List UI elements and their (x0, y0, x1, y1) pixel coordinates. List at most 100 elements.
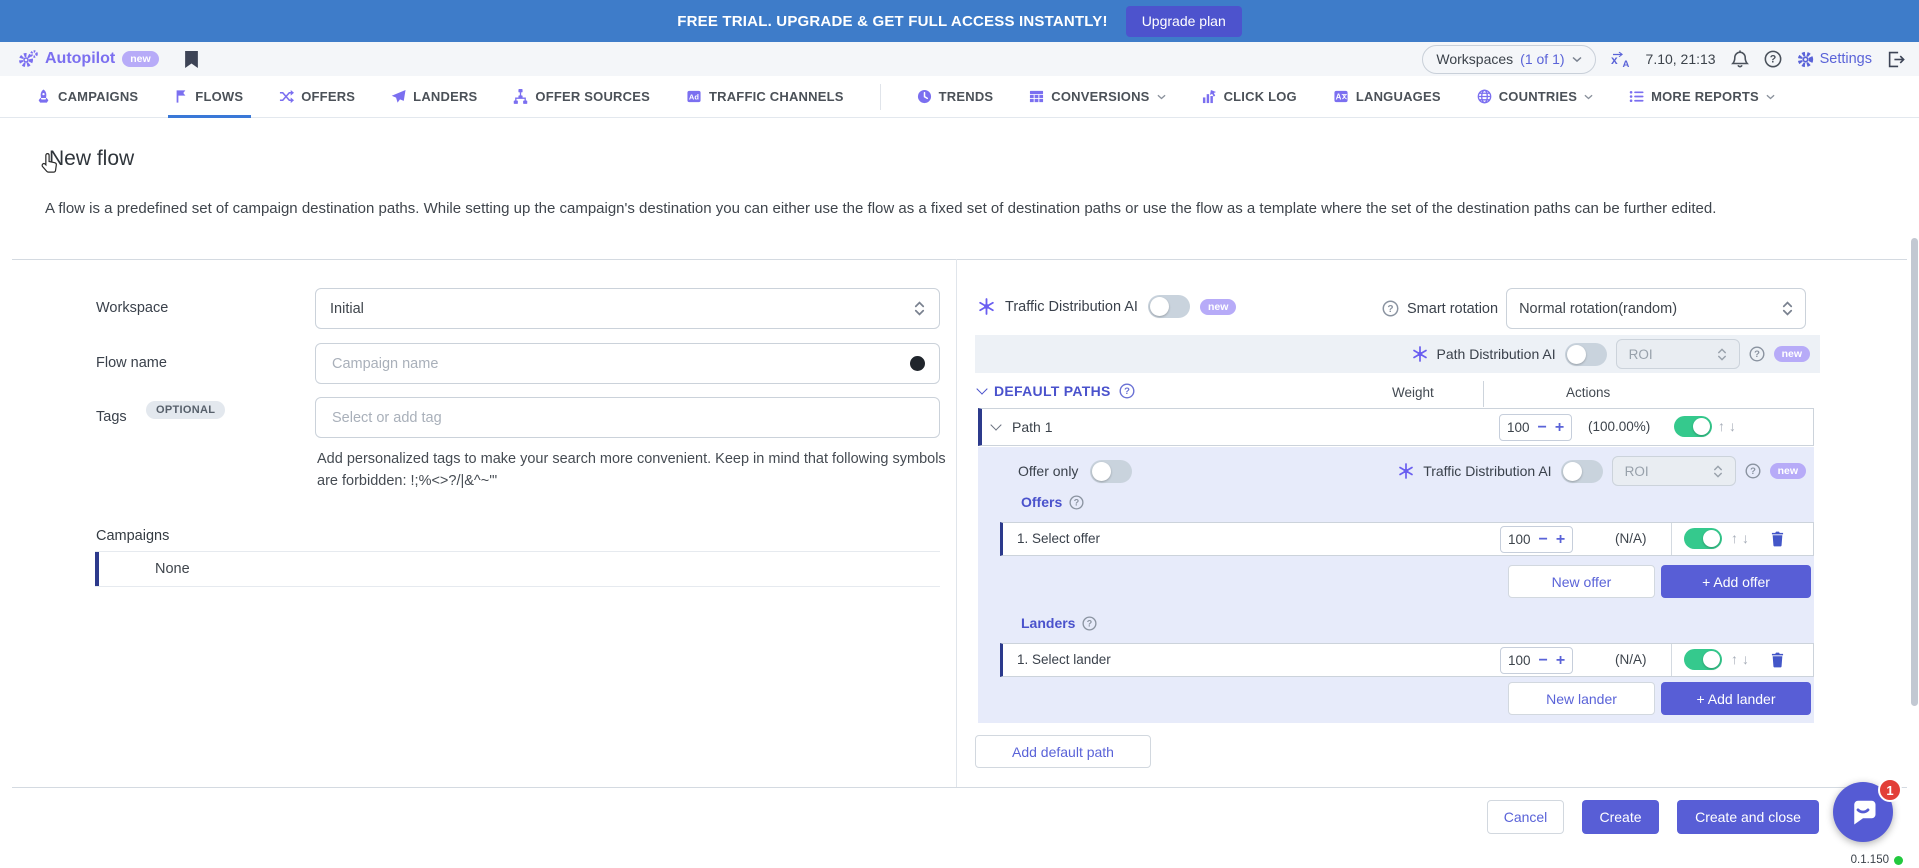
svg-text:?: ? (1750, 466, 1756, 477)
path-ai-metric-select[interactable]: ROI (1616, 339, 1740, 369)
move-down-button[interactable]: ↓ (1742, 530, 1749, 546)
new-badge: new (1774, 346, 1810, 362)
nav-label: LANDERS (413, 89, 477, 104)
nav-item-offers[interactable]: OFFERS (279, 76, 355, 117)
nav-item-landers[interactable]: LANDERS (391, 76, 477, 117)
nav-item-more-reports[interactable]: MORE REPORTS (1629, 76, 1775, 117)
ai-icon (1398, 463, 1414, 479)
logout-icon[interactable] (1887, 51, 1905, 68)
upgrade-plan-button[interactable]: Upgrade plan (1126, 6, 1242, 37)
nav-item-click-log[interactable]: CLICK LOG (1202, 76, 1297, 117)
offer-enabled-toggle[interactable] (1684, 528, 1722, 549)
select-stepper-icon (914, 301, 925, 316)
increase-weight-button[interactable]: + (1556, 532, 1565, 548)
decrease-weight-button[interactable]: − (1539, 653, 1548, 669)
lander-weight-control[interactable]: 100 − + (1500, 647, 1573, 674)
flow-name-input[interactable] (330, 355, 902, 373)
offers-title: Offers (1021, 494, 1062, 510)
page-description: A flow is a predefined set of campaign d… (45, 196, 1875, 221)
decrease-weight-button[interactable]: − (1538, 420, 1547, 436)
settings-button[interactable]: Settings (1797, 51, 1872, 68)
increase-weight-button[interactable]: + (1556, 653, 1565, 669)
question-circle-icon[interactable]: ? (1119, 383, 1135, 399)
collapse-chevron-icon[interactable] (990, 419, 1001, 430)
nav-label: FLOWS (195, 89, 243, 104)
rocket-icon (36, 89, 51, 105)
increase-weight-button[interactable]: + (1555, 420, 1564, 436)
move-up-button[interactable]: ↑ (1718, 418, 1725, 434)
svg-text:A: A (1622, 59, 1629, 68)
collapse-chevron-icon[interactable] (976, 383, 987, 394)
nav-item-languages[interactable]: A LANGUAGES (1333, 76, 1441, 117)
bar-chart-icon (1202, 89, 1217, 104)
move-up-button[interactable]: ↑ (1731, 530, 1738, 546)
move-down-button[interactable]: ↓ (1729, 418, 1736, 434)
question-circle-icon[interactable]: ? (1082, 616, 1097, 631)
create-and-close-button[interactable]: Create and close (1677, 800, 1819, 834)
tags-label: Tags (96, 409, 127, 425)
inline-traffic-ai-label: Traffic Distribution AI (1423, 463, 1551, 479)
offer-row[interactable]: 1. Select offer 100 − + (N/A) ↑ ↓ (1000, 522, 1814, 556)
status-dot (1894, 856, 1903, 865)
workspaces-count: (1 of 1) (1520, 51, 1564, 67)
nav-item-traffic-channels[interactable]: Ad TRAFFIC CHANNELS (686, 76, 844, 117)
workspaces-label: Workspaces (1436, 51, 1513, 67)
weight-value: 100 (1507, 420, 1530, 435)
offer-only-toggle[interactable] (1090, 460, 1132, 483)
inline-metric-select[interactable]: ROI (1612, 456, 1736, 486)
add-offer-button[interactable]: + Add offer (1661, 565, 1811, 598)
select-stepper-icon (1717, 348, 1727, 361)
trial-banner-text: FREE TRIAL. UPGRADE & GET FULL ACCESS IN… (677, 13, 1107, 30)
workspaces-selector[interactable]: Workspaces (1 of 1) (1422, 45, 1595, 74)
nav-label: MORE REPORTS (1651, 89, 1759, 104)
flow-color-picker[interactable] (910, 356, 925, 371)
question-circle-icon[interactable]: ? (1382, 300, 1399, 317)
nav-item-countries[interactable]: COUNTRIES (1477, 76, 1593, 117)
path-enabled-toggle[interactable] (1674, 416, 1712, 437)
traffic-ai-toggle[interactable] (1148, 295, 1190, 318)
page-title: New flow (49, 147, 134, 171)
new-lander-button[interactable]: New lander (1508, 682, 1655, 715)
landers-heading: Landers ? (1021, 615, 1097, 631)
offer-weight-control[interactable]: 100 − + (1500, 526, 1573, 553)
nav-item-flows[interactable]: FLOWS (174, 76, 243, 117)
new-offer-button[interactable]: New offer (1508, 565, 1655, 598)
add-default-path-button[interactable]: Add default path (975, 735, 1151, 768)
nav-item-conversions[interactable]: CONVERSIONS (1029, 76, 1165, 117)
trash-icon[interactable] (1771, 531, 1784, 547)
select-stepper-icon (1782, 301, 1793, 316)
add-lander-button[interactable]: + Add lander (1661, 682, 1811, 715)
nav-item-offer-sources[interactable]: OFFER SOURCES (513, 76, 650, 117)
cancel-button[interactable]: Cancel (1487, 800, 1564, 834)
brand-name: Autopilot (45, 50, 115, 68)
vertical-scrollbar[interactable] (1911, 238, 1918, 706)
help-icon[interactable]: ? (1764, 50, 1782, 68)
create-button[interactable]: Create (1582, 800, 1659, 834)
svg-text:?: ? (1087, 618, 1092, 628)
lander-enabled-toggle[interactable] (1684, 649, 1722, 670)
path-weight-control[interactable]: 100 − + (1499, 414, 1572, 441)
question-circle-icon[interactable]: ? (1749, 346, 1765, 362)
nav-item-trends[interactable]: TRENDS (917, 76, 994, 117)
nav-item-campaigns[interactable]: CAMPAIGNS (36, 76, 138, 117)
path-ai-toggle[interactable] (1565, 343, 1607, 366)
inline-traffic-ai-toggle[interactable] (1561, 460, 1603, 483)
question-circle-icon[interactable]: ? (1745, 463, 1761, 479)
decrease-weight-button[interactable]: − (1539, 532, 1548, 548)
offers-heading: Offers ? (1021, 494, 1084, 510)
chevron-down-icon (1157, 94, 1166, 100)
workspace-select[interactable]: Initial (315, 288, 940, 329)
brand-logo[interactable]: Autopilot new (18, 50, 159, 68)
lander-row[interactable]: 1. Select lander 100 − + (N/A) ↑ ↓ (1000, 643, 1814, 677)
move-up-button[interactable]: ↑ (1731, 651, 1738, 667)
bell-icon[interactable] (1731, 50, 1749, 68)
translate-icon[interactable]: xA (1611, 51, 1631, 68)
smart-rotation-select[interactable]: Normal rotation(random) (1506, 288, 1806, 329)
shuffle-icon (279, 89, 294, 104)
trash-icon[interactable] (1771, 652, 1784, 668)
question-circle-icon[interactable]: ? (1069, 495, 1084, 510)
move-down-button[interactable]: ↓ (1742, 651, 1749, 667)
tags-input[interactable] (330, 409, 925, 427)
bookmark-icon[interactable] (185, 51, 198, 68)
campaigns-value: None (155, 561, 190, 577)
